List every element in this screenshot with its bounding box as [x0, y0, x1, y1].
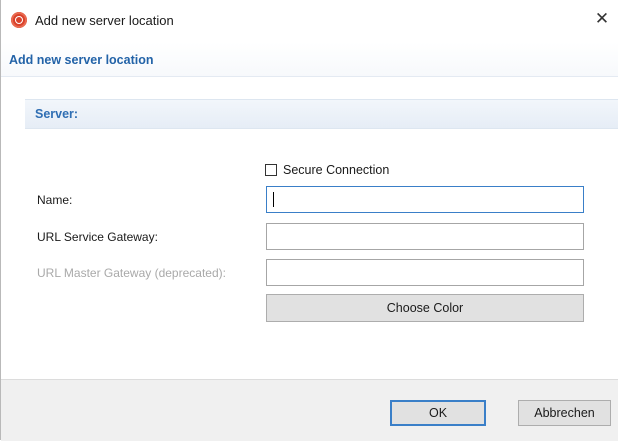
- secure-connection-checkbox[interactable]: [265, 164, 277, 176]
- url-service-gateway-label: URL Service Gateway:: [37, 230, 158, 244]
- header-title: Add new server location: [9, 53, 154, 67]
- section-header: Server:: [25, 99, 618, 129]
- close-button[interactable]: ✕: [591, 8, 613, 30]
- dialog-content: Server: Secure Connection Name: URL Serv…: [1, 77, 618, 379]
- secure-connection-label: Secure Connection: [283, 163, 390, 177]
- ok-button[interactable]: OK: [390, 400, 486, 426]
- dialog-header: Add new server location: [1, 42, 618, 77]
- name-field[interactable]: [266, 186, 584, 213]
- section-title: Server:: [35, 107, 79, 121]
- cancel-button[interactable]: Abbrechen: [518, 400, 611, 426]
- choose-color-button[interactable]: Choose Color: [266, 294, 584, 322]
- url-service-gateway-field[interactable]: [266, 223, 584, 250]
- name-label: Name:: [37, 193, 73, 207]
- title-bar: Add new server location ✕: [1, 0, 618, 42]
- text-caret: [273, 192, 274, 207]
- dialog-footer: OK Abbrechen: [1, 379, 618, 441]
- dialog-window: Add new server location ✕ Add new server…: [0, 0, 618, 441]
- app-logo-icon: [11, 12, 27, 28]
- window-title: Add new server location: [35, 13, 174, 28]
- url-master-gateway-label: URL Master Gateway (deprecated):: [37, 266, 226, 280]
- url-master-gateway-field[interactable]: [266, 259, 584, 286]
